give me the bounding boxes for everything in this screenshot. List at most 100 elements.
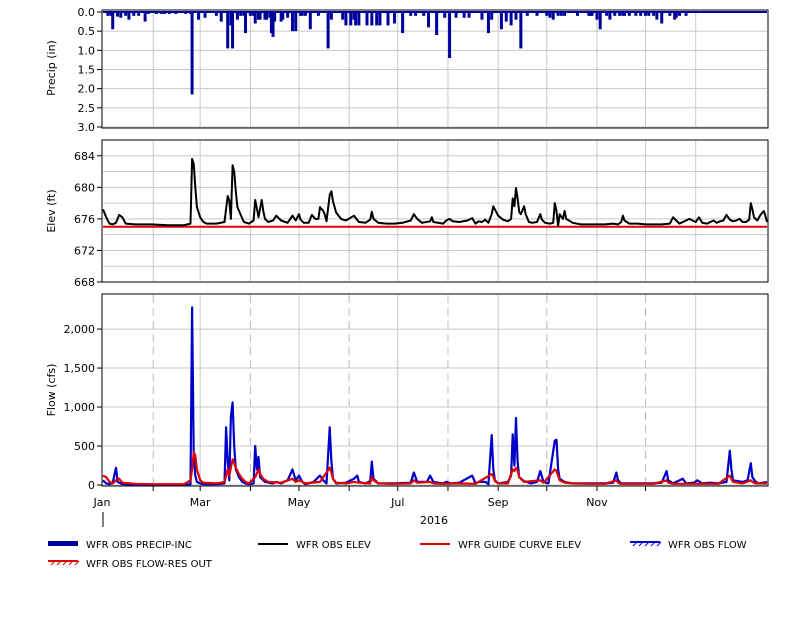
elev-panel: 684 680 676 672 668 Elev (ft) xyxy=(45,139,769,289)
precip-bar xyxy=(605,12,609,16)
flow-y-tick-label: 1,000 xyxy=(64,401,96,414)
legend-swatch-thick xyxy=(48,541,78,546)
precip-bar xyxy=(290,12,294,32)
precip-bar xyxy=(190,12,194,95)
precip-bar xyxy=(443,12,447,18)
flow-y-tick-label: 1,500 xyxy=(64,362,96,375)
precip-bar xyxy=(219,12,223,22)
legend-label: WFR OBS FLOW xyxy=(668,540,747,551)
precip-bar xyxy=(354,12,358,26)
precip-bar xyxy=(137,12,141,16)
elev-y-tick-label: 684 xyxy=(74,150,95,163)
elev-y-tick-label: 680 xyxy=(74,181,95,194)
precip-bar xyxy=(239,12,243,16)
elev-y-axis-label: Elev (ft) xyxy=(45,189,58,232)
precip-bar xyxy=(576,12,580,16)
precip-bar xyxy=(448,12,452,58)
precip-bar xyxy=(435,12,439,35)
precip-bar xyxy=(486,12,490,34)
precip-bar xyxy=(244,12,248,34)
precip-bar xyxy=(627,12,631,16)
x-axis-year-label: 2016 xyxy=(420,514,448,527)
precip-bar xyxy=(427,12,431,28)
flow-plot-frame xyxy=(101,293,769,487)
precip-bar xyxy=(660,12,664,24)
precip-bar xyxy=(639,12,643,16)
precip-bar xyxy=(231,12,235,49)
flow-panel: 2,000 1,500 1,000 500 0 Flow (cfs) xyxy=(45,293,769,492)
precip-bar xyxy=(401,12,405,34)
precip-bar xyxy=(235,12,239,20)
precip-bar xyxy=(329,12,333,20)
precip-y-ticks: 0.0 0.5 1.0 1.5 2.0 2.5 3.0 xyxy=(78,6,102,134)
precip-y-tick-label: 2.0 xyxy=(78,83,96,96)
precip-y-tick-label: 1.0 xyxy=(78,44,96,57)
precip-bar xyxy=(375,12,379,26)
precip-bar xyxy=(273,12,277,22)
hydrograph-figure: 0.0 0.5 1.0 1.5 2.0 2.5 3.0 Precip (in) 684 680… xyxy=(45,6,769,570)
flow-y-ticks: 2,000 1,500 1,000 500 0 xyxy=(64,323,102,492)
precip-bar xyxy=(525,12,529,16)
precip-bar xyxy=(613,12,617,16)
precip-bar xyxy=(294,12,298,32)
precip-bar xyxy=(590,12,594,16)
precip-bar xyxy=(159,12,163,14)
precip-bar xyxy=(480,12,484,20)
precip-bar xyxy=(226,12,230,49)
precip-bar xyxy=(258,12,262,20)
precip-bar xyxy=(668,12,672,16)
precip-bar xyxy=(422,12,426,16)
precip-bar xyxy=(504,12,508,22)
precip-bar xyxy=(106,12,110,16)
precip-y-tick-label: 0.0 xyxy=(78,6,96,19)
precip-bar xyxy=(409,12,413,16)
precip-bar xyxy=(684,12,688,16)
precip-bar xyxy=(184,12,188,14)
precip-bar xyxy=(281,12,285,20)
precip-bar xyxy=(326,12,330,49)
precip-bar xyxy=(622,12,626,16)
precip-bar xyxy=(300,12,304,16)
x-tick-label: Jul xyxy=(390,496,404,509)
precip-bar xyxy=(563,12,567,16)
flow-y-tick-label: 500 xyxy=(74,440,95,453)
legend-label: WFR OBS PRECIP-INC xyxy=(86,540,192,551)
precip-bar xyxy=(595,12,599,20)
x-tick-label: Mar xyxy=(190,496,211,509)
precip-bar xyxy=(490,12,494,20)
legend: WFR OBS PRECIP-INC WFR OBS ELEV WFR GUIDE … xyxy=(48,540,747,570)
precip-bar xyxy=(647,12,651,16)
precip-bar xyxy=(349,12,353,26)
precip-bar xyxy=(618,12,622,16)
x-tick-label: May xyxy=(288,496,311,509)
precip-bar xyxy=(119,12,123,18)
x-tick-label: Nov xyxy=(586,496,608,509)
x-tick-label: Sep xyxy=(488,496,509,509)
precip-bar xyxy=(467,12,471,18)
precip-bar xyxy=(203,12,207,18)
precip-bar xyxy=(499,12,503,30)
precip-bar xyxy=(143,12,147,22)
precip-bar xyxy=(655,12,659,20)
precip-bar xyxy=(514,12,518,20)
precip-bar xyxy=(462,12,466,18)
precip-bar xyxy=(644,12,648,16)
precip-y-tick-label: 1.5 xyxy=(78,64,96,77)
precip-bar xyxy=(146,12,150,14)
x-axis: 2016 Jan Mar May Jul Sep Nov xyxy=(93,486,647,527)
precip-bar xyxy=(127,12,131,20)
flow-y-tick-label: 0 xyxy=(88,479,95,492)
precip-bar xyxy=(154,12,158,14)
precip-bar xyxy=(341,12,345,20)
precip-bar xyxy=(598,12,602,30)
flow-y-axis-label: Flow (cfs) xyxy=(45,364,58,417)
precip-y-tick-label: 2.5 xyxy=(78,102,96,115)
precip-bar xyxy=(124,12,128,16)
precip-bar xyxy=(365,12,369,26)
precip-bar xyxy=(111,12,115,30)
elev-plot-frame xyxy=(101,139,769,283)
precip-bar xyxy=(214,12,218,16)
precip-bar xyxy=(559,12,563,16)
precip-bar xyxy=(197,12,201,20)
precip-bar xyxy=(608,12,612,20)
